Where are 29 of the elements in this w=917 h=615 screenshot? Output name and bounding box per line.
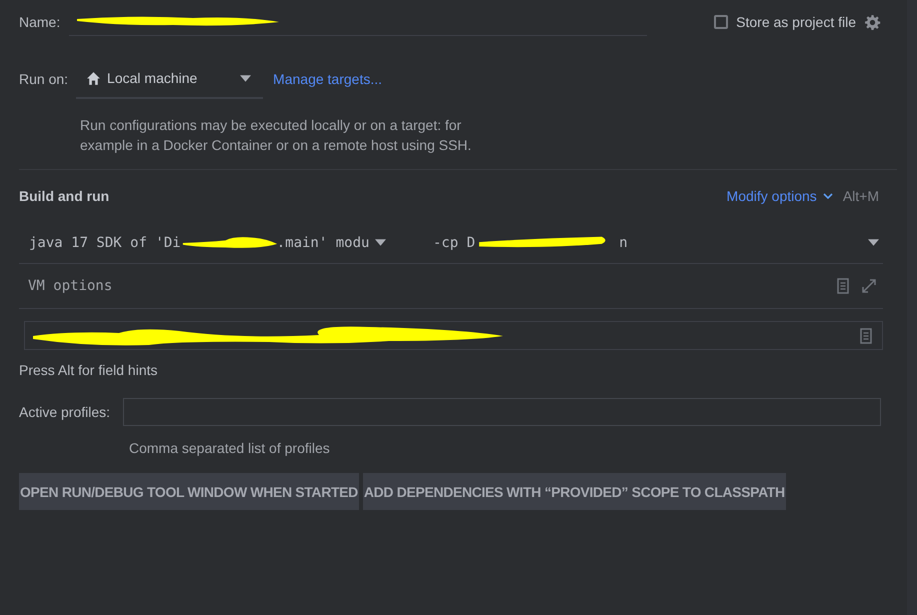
caret-icon <box>868 239 879 246</box>
program-arguments-field[interactable] <box>24 321 883 350</box>
document-icon[interactable] <box>860 328 872 344</box>
modify-options-link[interactable]: Modify options <box>726 188 817 204</box>
caret-icon <box>240 74 252 82</box>
checkbox[interactable] <box>714 15 728 29</box>
shortcut-hint: Alt+M <box>842 188 879 204</box>
option-tag[interactable]: ADD DEPENDENCIES WITH “PROVIDED” SCOPE TO CLASSPATH <box>362 473 786 510</box>
profiles-hint: Comma separated list of profiles <box>129 440 331 456</box>
field-label: Active profiles: <box>19 404 110 420</box>
classpath-dropdown[interactable]: -cp D n <box>433 234 883 250</box>
settings-icon[interactable] <box>864 14 881 30</box>
checkbox-label[interactable]: Store as project file <box>736 14 856 30</box>
vm-options-field[interactable]: VM options <box>19 277 825 295</box>
field-hints-text: Press Alt for field hints <box>19 362 159 378</box>
active-profiles-field[interactable] <box>123 398 882 426</box>
home-icon <box>86 70 102 86</box>
field-label: Name: <box>19 14 60 30</box>
expand-icon[interactable] <box>861 278 877 294</box>
caret-icon <box>375 239 386 246</box>
chevron-icon <box>822 193 833 199</box>
target-dropdown[interactable]: Local machine <box>76 59 264 99</box>
field-label: Run on: <box>19 71 68 87</box>
option-tag[interactable]: OPEN RUN/DEBUG TOOL WINDOW WHEN STARTED <box>19 473 359 510</box>
document-icon[interactable] <box>837 278 849 294</box>
description-text: Run configurations may be executed locally or on a target: for example in a Docker Container or on a remote host using SSH. <box>80 116 472 155</box>
manage-targets-link[interactable]: Manage targets... <box>273 71 382 87</box>
section-title: Build and run <box>19 188 110 204</box>
jre-dropdown[interactable]: java 17 SDK of 'Di .main' modu <box>19 234 433 250</box>
